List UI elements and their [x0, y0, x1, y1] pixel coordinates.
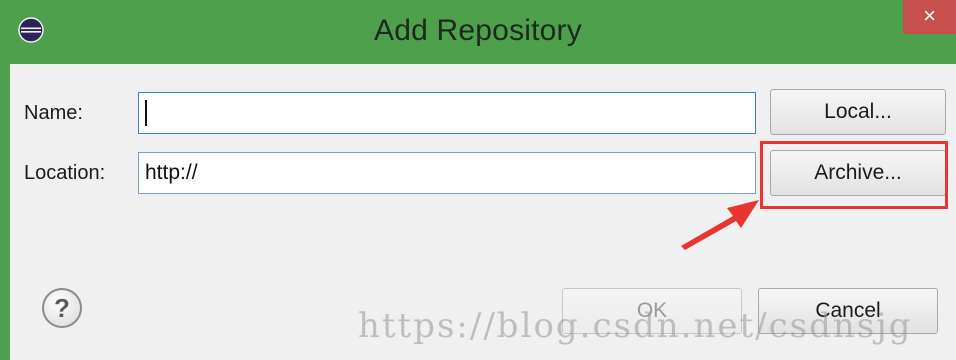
dialog-window: Add Repository × Name: Local... Location…: [0, 0, 956, 360]
text-caret: [145, 100, 147, 126]
window-title: Add Repository: [374, 14, 582, 47]
location-label: Location:: [24, 162, 106, 184]
location-field[interactable]: http://: [138, 152, 756, 194]
title-bar: Add Repository ×: [0, 0, 956, 64]
location-field-value: http://: [145, 161, 198, 184]
annotation-highlight-box: [760, 141, 948, 209]
close-icon: ×: [923, 3, 936, 28]
close-button[interactable]: ×: [903, 0, 956, 34]
local-button[interactable]: Local...: [770, 89, 946, 135]
help-icon[interactable]: ?: [42, 288, 82, 328]
name-field[interactable]: [138, 92, 756, 134]
name-label: Name:: [24, 102, 83, 124]
watermark: https://blog.csdn.net/csdnsjg: [358, 306, 913, 346]
annotation-arrow-icon: [681, 200, 759, 250]
